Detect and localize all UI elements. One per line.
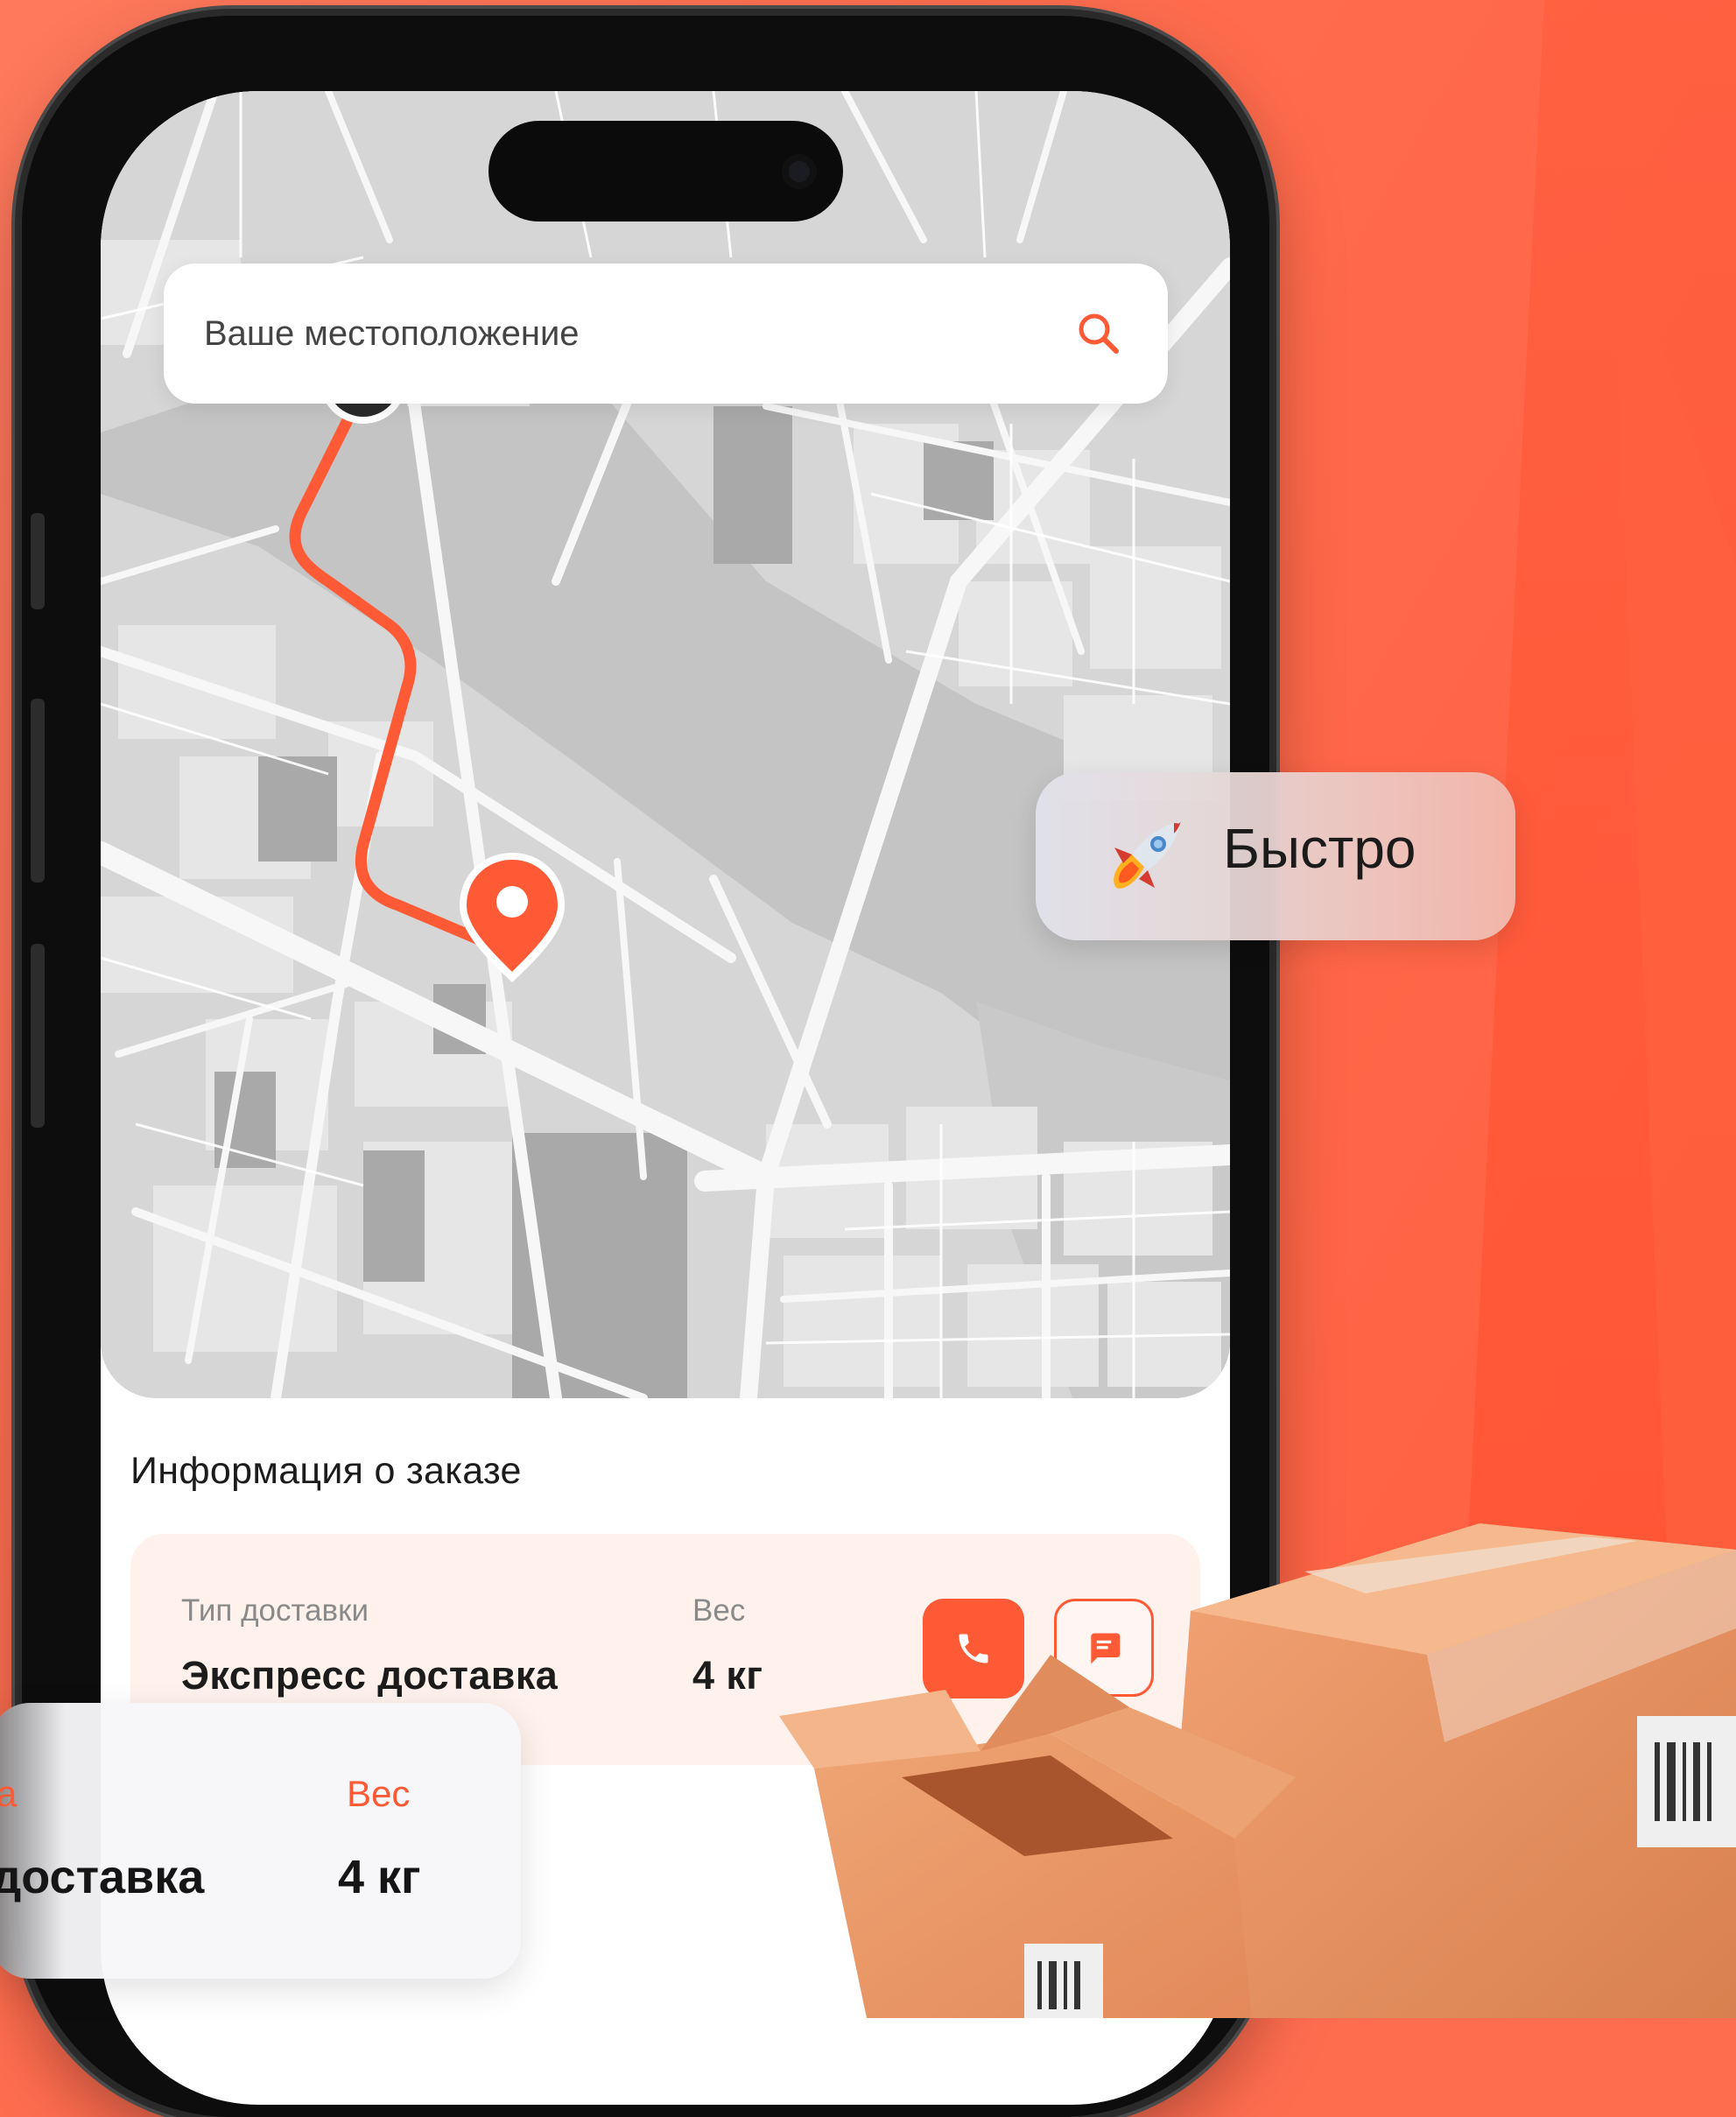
delivery-type-value: Экспресс доставка <box>181 1653 559 1698</box>
location-search-input[interactable] <box>202 313 994 355</box>
dynamic-island <box>488 121 843 222</box>
location-search-bar <box>164 264 1168 404</box>
rocket-icon <box>1114 821 1181 889</box>
search-icon <box>1079 313 1119 354</box>
phone-side-button <box>31 513 45 609</box>
floating-order-card: а Вес доставка 4 кг <box>0 1703 521 1979</box>
floating-delivery-type-label: а <box>0 1773 18 1814</box>
floating-weight-label: Вес <box>347 1773 411 1814</box>
weight-label: Вес <box>692 1593 746 1628</box>
fast-badge-text: Быстро <box>1223 817 1416 880</box>
card-edge-shade <box>0 1703 65 1979</box>
delivery-type-label: Тип доставки <box>181 1593 369 1628</box>
search-button[interactable] <box>1068 303 1129 364</box>
floating-delivery-type-value: доставка <box>0 1851 205 1903</box>
phone-side-button <box>31 699 45 883</box>
weight-value: 4 кг <box>692 1653 763 1698</box>
front-camera <box>782 154 817 189</box>
order-info-title: Информация о заказе <box>130 1450 522 1492</box>
fast-delivery-badge: Быстро <box>1036 772 1515 940</box>
floating-weight-value: 4 кг <box>338 1851 421 1903</box>
phone-side-button <box>31 944 45 1128</box>
parcel-boxes-illustration <box>779 1523 1736 2018</box>
